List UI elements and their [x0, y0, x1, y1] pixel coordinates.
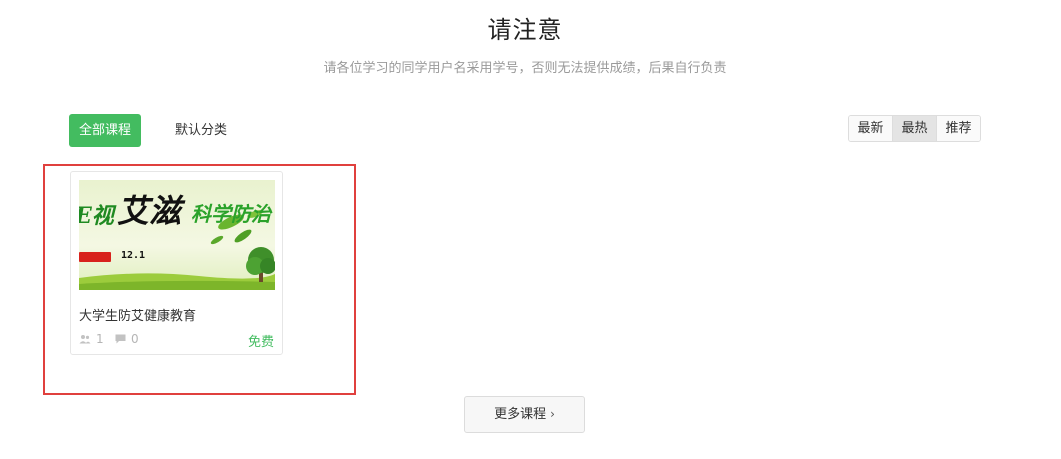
users-icon — [79, 335, 91, 344]
sort-newest-button[interactable]: 最新 — [849, 116, 893, 141]
more-courses-label: 更多课程 — [494, 407, 547, 422]
students-count-value: 1 — [96, 332, 104, 346]
course-meta: 1 0 免费 — [79, 332, 274, 350]
sort-recommended-button[interactable]: 推荐 — [937, 116, 980, 141]
course-list-page: 请注意 请各位学习的同学用户名采用学号，否则无法提供成绩，后果自行负责 全部课程… — [0, 0, 1061, 459]
comments-count-value: 0 — [131, 332, 139, 346]
sort-toggle-group: 最新 最热 推荐 — [848, 115, 981, 142]
students-count: 1 — [79, 332, 104, 346]
sort-hottest-button[interactable]: 最热 — [893, 116, 937, 141]
category-default-button[interactable]: 默认分类 — [165, 114, 237, 147]
course-title[interactable]: 大学生防艾健康教育 — [79, 305, 196, 324]
page-title: 请注意 — [487, 16, 563, 44]
comments-count: 0 — [115, 332, 139, 346]
page-subtitle: 请各位学习的同学用户名采用学号，否则无法提供成绩，后果自行负责 — [323, 61, 727, 76]
category-all-button[interactable]: 全部课程 — [69, 114, 141, 147]
course-thumbnail[interactable]: E视 艾滋 科学防治 12.1 — [79, 180, 275, 290]
thumbnail-red-badge — [79, 252, 111, 262]
thumbnail-text-left: E视 — [79, 203, 114, 229]
thumbnail-text-right: 科学防治 — [191, 202, 271, 226]
thumbnail-text-brush: 艾滋 — [117, 192, 182, 230]
course-price: 免费 — [247, 335, 274, 350]
chevron-right-icon: › — [550, 407, 555, 421]
course-card[interactable]: E视 艾滋 科学防治 12.1 大学生防艾健康教育 1 0 — [70, 171, 283, 355]
thumbnail-date: 12.1 — [121, 250, 146, 261]
more-courses-button[interactable]: 更多课程 › — [464, 396, 585, 433]
comment-icon — [115, 334, 126, 344]
